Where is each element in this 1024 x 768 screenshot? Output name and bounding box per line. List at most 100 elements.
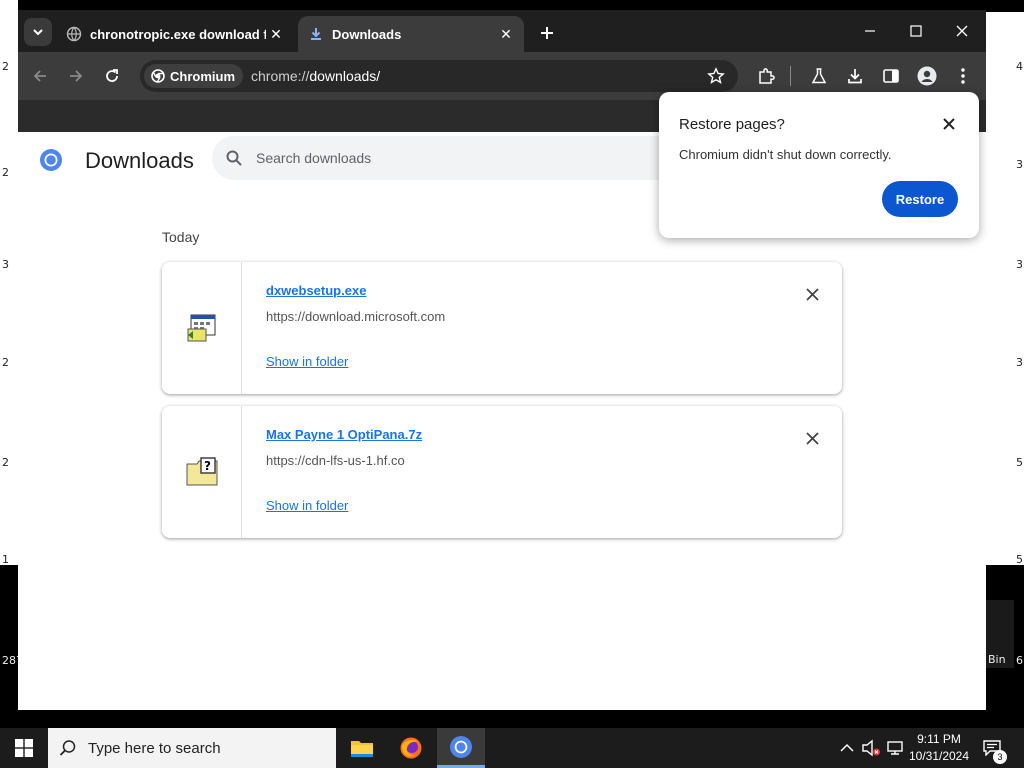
url-path: downloads/ [309,68,381,84]
show-hidden-icons-button[interactable] [837,738,857,758]
remove-download-button[interactable] [802,428,822,448]
taskbar-search[interactable]: Type here to search [48,728,336,768]
search-icon [224,148,244,168]
left-edge-label: 3 [2,258,9,271]
chevron-down-icon [33,29,43,36]
downloads-search[interactable] [212,136,682,180]
file-name-link[interactable]: dxwebsetup.exe [266,283,366,298]
maximize-button[interactable] [901,20,931,42]
tab-search-button[interactable] [24,18,52,46]
star-icon [707,67,725,84]
menu-button[interactable] [951,64,975,88]
site-info-chip[interactable]: Chromium [144,64,243,88]
firefox-icon [400,737,422,759]
close-icon [805,431,819,445]
unknown-file-icon: ? [186,457,217,486]
puzzle-icon [759,68,775,84]
file-explorer-taskbar-button[interactable] [338,728,386,768]
close-window-button[interactable] [947,20,977,42]
back-button[interactable] [28,64,52,88]
file-icon-column [162,262,242,394]
left-edge-label: 1 [2,553,9,566]
firefox-taskbar-button[interactable] [387,728,435,768]
flask-icon [811,68,827,84]
restore-button[interactable]: Restore [882,181,958,217]
avatar-icon [917,66,937,86]
address-bar[interactable]: Chromium chrome://downloads/ [140,60,738,92]
taskbar-search-placeholder: Type here to search [88,739,221,757]
extensions-button[interactable] [754,64,778,88]
left-edge-label: 2 [2,166,9,179]
url-text: chrome://downloads/ [251,68,380,84]
download-icon [308,26,324,42]
clock-time: 9:11 PM [917,732,961,746]
speaker-muted-icon [862,739,880,757]
close-icon [805,287,819,301]
url-scheme: chrome:// [251,68,310,84]
folder-icon [351,741,373,757]
chevron-up-icon [840,743,854,752]
download-item: dxwebsetup.exe https://download.microsof… [162,262,842,394]
chromium-icon [150,68,166,84]
more-vert-icon [961,68,965,84]
recycle-bin-label[interactable]: Bin [988,653,1006,666]
profile-button[interactable] [915,64,939,88]
right-edge-label: 4 [1016,60,1023,73]
tab-downloads[interactable]: Downloads ✕ [298,16,524,52]
bookmark-button[interactable] [706,66,726,86]
minimize-button[interactable] [855,20,885,42]
arrow-right-icon [70,70,83,82]
right-edge-label: 5 [1016,553,1023,566]
network-icon [887,741,903,755]
network-button[interactable] [885,738,905,758]
tab-chronotropic[interactable]: chronotropic.exe download fre ✕ [56,16,294,52]
chip-label: Chromium [170,68,235,84]
side-panel-button[interactable] [879,64,903,88]
right-edge-label: 3 [1016,258,1023,271]
chromium-logo-icon [40,149,62,171]
download-icon [848,69,862,84]
source-url: https://download.microsoft.com [266,309,446,324]
downloads-button[interactable] [843,64,867,88]
side-panel-icon [883,69,899,83]
start-button[interactable] [0,728,48,768]
right-edge-label: 3 [1016,158,1023,171]
tab-label: chronotropic.exe download fre [90,26,266,42]
chromium-taskbar-button[interactable] [437,728,485,768]
close-tab-icon[interactable]: ✕ [496,24,516,44]
file-icon-column: ? [162,406,242,538]
right-edge-label: 5 [1016,456,1023,469]
globe-icon [66,26,82,42]
dialog-title: Restore pages? [679,116,785,133]
volume-button[interactable] [861,738,881,758]
chromium-icon [450,735,472,758]
right-edge-label: 3 [1016,356,1023,369]
notification-count-badge: 3 [993,750,1007,764]
taskbar-clock[interactable]: 9:11 PM 10/31/2024 [904,731,974,765]
show-in-folder-link[interactable]: Show in folder [266,354,348,369]
close-tab-icon[interactable]: ✕ [266,24,286,44]
tab-strip: chronotropic.exe download fre ✕ Download… [18,10,986,52]
search-icon [58,738,78,758]
search-input[interactable] [256,150,616,166]
dialog-close-button[interactable] [939,114,959,134]
page-title: Downloads [85,148,194,173]
right-edge-label: 6 [1016,654,1023,667]
background-window-right [986,12,1024,565]
close-icon [956,25,968,37]
plus-icon [541,27,553,39]
file-name-link[interactable]: Max Payne 1 OptiPana.7z [266,427,422,442]
reload-button[interactable] [100,64,124,88]
reload-icon [106,69,118,82]
exe-file-icon [187,314,215,342]
minimize-icon [865,30,875,32]
left-edge-label: 2 [2,60,9,73]
forward-button[interactable] [64,64,88,88]
left-edge-label: 2 [2,356,9,369]
show-in-folder-link[interactable]: Show in folder [266,498,348,513]
labs-button[interactable] [807,64,831,88]
svg-text:?: ? [204,459,211,473]
new-tab-button[interactable] [536,22,558,44]
tab-label: Downloads [332,26,402,42]
remove-download-button[interactable] [802,284,822,304]
